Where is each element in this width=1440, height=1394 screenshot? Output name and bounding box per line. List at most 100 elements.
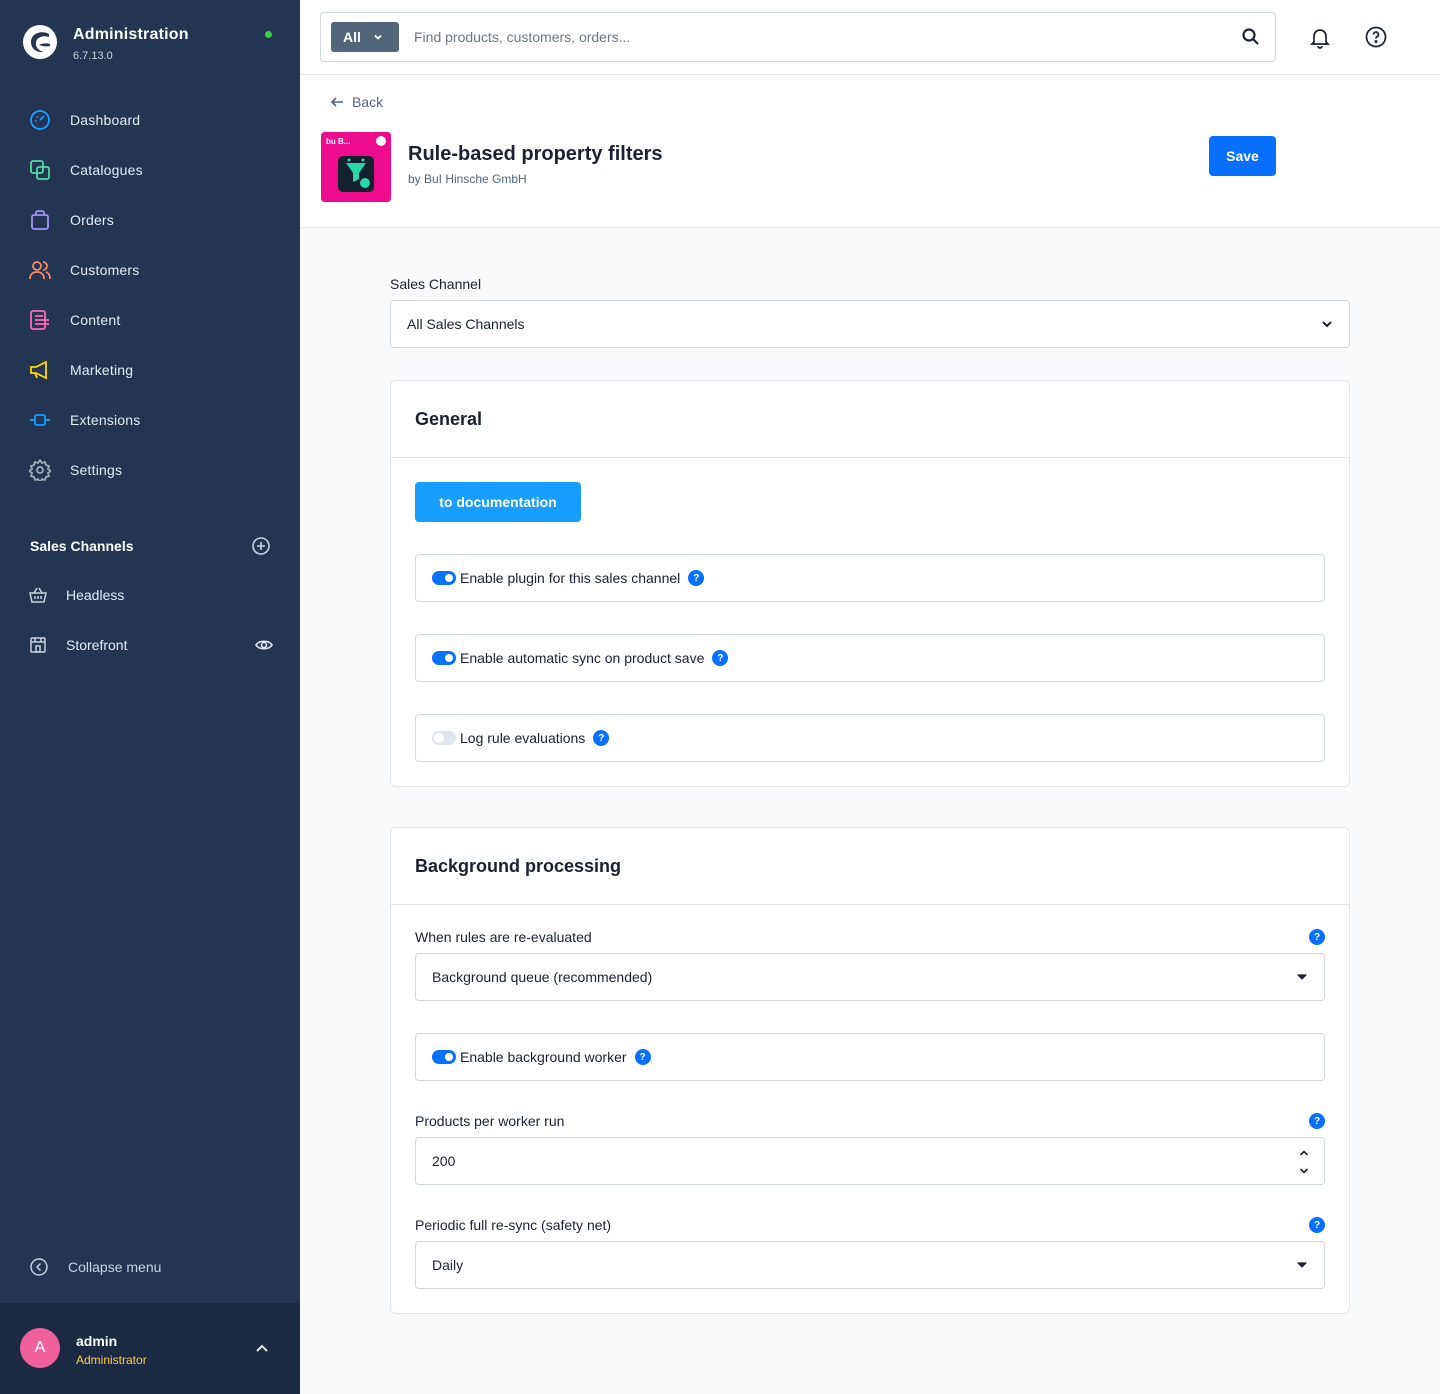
help-tooltip-icon[interactable]: ?	[712, 650, 729, 666]
shopware-logo-icon	[23, 25, 57, 59]
chevron-down-icon	[1297, 1262, 1307, 1268]
brand[interactable]: Administration 6.7.13.0	[22, 24, 189, 62]
chevron-down-icon	[374, 34, 382, 40]
plugin-author: by BuI Hinsche GmbH	[408, 172, 527, 186]
user-role: Administrator	[76, 1353, 147, 1367]
eye-icon[interactable]	[255, 636, 273, 654]
help-tooltip-icon[interactable]: ?	[634, 1049, 651, 1065]
sidebar-item-label: Content	[70, 312, 121, 328]
background-title: Background processing	[415, 856, 622, 876]
collapse-menu-label: Collapse menu	[68, 1259, 162, 1275]
search-type-dropdown[interactable]: All	[331, 22, 399, 52]
switch-label: Log rule evaluations	[460, 730, 586, 746]
enable-plugin-switch-field: Enable plugin for this sales channel ?	[415, 554, 1325, 602]
card-divider	[391, 904, 1349, 905]
background-worker-toggle[interactable]	[432, 1050, 456, 1064]
sidebar-item-dashboard[interactable]: Dashboard	[0, 95, 300, 145]
topbar: All	[300, 0, 1440, 75]
chevron-down-icon	[1297, 974, 1307, 980]
resync-value: Daily	[432, 1257, 464, 1273]
main-nav: Dashboard Catalogues Orders Customers Co…	[0, 95, 300, 495]
svg-text:bu B...: bu B...	[326, 137, 350, 146]
help-tooltip-icon[interactable]: ?	[1309, 1217, 1325, 1233]
resync-select[interactable]: Daily	[415, 1241, 1325, 1289]
online-status-dot	[265, 31, 272, 38]
sidebar-item-orders[interactable]: Orders	[0, 195, 300, 245]
arrow-left-icon	[330, 97, 343, 107]
switch-label: Enable plugin for this sales channel	[460, 570, 681, 586]
back-label: Back	[352, 94, 384, 110]
per-run-number-field	[415, 1137, 1325, 1185]
auto-sync-toggle[interactable]	[432, 651, 456, 665]
sales-channel-select[interactable]: All Sales Channels	[390, 300, 1350, 348]
app-title: Administration	[73, 26, 189, 43]
save-button[interactable]: Save	[1209, 136, 1276, 176]
help-tooltip-icon[interactable]: ?	[688, 570, 705, 586]
sales-channel-headless[interactable]: Headless	[29, 583, 273, 607]
chevron-up-icon	[1299, 1150, 1309, 1156]
marketing-icon	[29, 359, 51, 381]
sidebar-item-settings[interactable]: Settings	[0, 445, 300, 495]
search-input[interactable]	[414, 26, 1214, 48]
chevron-down-icon	[1299, 1168, 1309, 1174]
back-link[interactable]: Back	[330, 94, 383, 110]
global-search: All	[320, 12, 1276, 62]
plugin-icon: bu B...	[321, 132, 391, 202]
help-tooltip-icon[interactable]: ?	[593, 730, 610, 746]
switch-label: Enable automatic sync on product save	[460, 650, 705, 666]
settings-icon	[29, 459, 51, 481]
sales-channels-title: Sales Channels	[30, 538, 134, 554]
catalogues-icon	[29, 159, 51, 181]
user-name: admin	[76, 1333, 118, 1349]
sidebar-item-label: Settings	[70, 462, 123, 478]
reevaluate-select[interactable]: Background queue (recommended)	[415, 953, 1325, 1001]
sidebar-item-label: Orders	[70, 212, 114, 228]
user-panel[interactable]: A admin Administrator	[0, 1303, 300, 1394]
general-title: General	[415, 409, 483, 429]
search-icon[interactable]	[1241, 27, 1261, 47]
sidebar-item-extensions[interactable]: Extensions	[0, 395, 300, 445]
reevaluate-value: Background queue (recommended)	[432, 969, 653, 985]
help-tooltip-icon[interactable]: ?	[1309, 1113, 1325, 1129]
sales-channel-storefront[interactable]: Storefront	[29, 633, 273, 657]
increment-button[interactable]	[1298, 1144, 1310, 1162]
sidebar-item-label: Dashboard	[70, 112, 141, 128]
number-stepper	[1298, 1144, 1310, 1180]
switch-label: Enable background worker	[460, 1049, 627, 1065]
dashboard-icon	[29, 109, 51, 131]
sidebar-item-catalogues[interactable]: Catalogues	[0, 145, 300, 195]
chevron-down-icon	[1322, 321, 1332, 328]
sales-channel-label: Sales Channel	[390, 276, 482, 292]
auto-sync-switch-field: Enable automatic sync on product save ?	[415, 634, 1325, 682]
per-run-input[interactable]	[432, 1153, 1232, 1169]
sidebar-item-content[interactable]: Content	[0, 295, 300, 345]
sales-channels-header: Sales Channels	[30, 537, 270, 555]
general-card: General to documentation Enable plugin f…	[390, 380, 1350, 787]
collapse-menu-button[interactable]: Collapse menu	[30, 1258, 161, 1276]
log-rules-toggle[interactable]	[432, 731, 456, 745]
sidebar-item-marketing[interactable]: Marketing	[0, 345, 300, 395]
reevaluate-label: When rules are re-evaluated	[415, 929, 592, 945]
content-icon	[29, 309, 51, 331]
storefront-icon	[30, 637, 46, 653]
sidebar-item-label: Catalogues	[70, 162, 143, 178]
sales-channel-label: Storefront	[66, 637, 128, 653]
extensions-icon	[29, 409, 51, 431]
sidebar-item-customers[interactable]: Customers	[0, 245, 300, 295]
documentation-button[interactable]: to documentation	[415, 482, 581, 522]
basket-icon	[29, 587, 47, 603]
help-icon[interactable]	[1364, 25, 1388, 49]
help-tooltip-icon[interactable]: ?	[1309, 929, 1325, 945]
chevron-left-circle-icon	[30, 1258, 48, 1276]
customers-icon	[29, 259, 51, 281]
decrement-button[interactable]	[1298, 1162, 1310, 1180]
sidebar-item-label: Customers	[70, 262, 140, 278]
sidebar: Administration 6.7.13.0 Dashboard Catalo…	[0, 0, 300, 1394]
chevron-up-icon[interactable]	[254, 1341, 270, 1357]
per-run-label: Products per worker run	[415, 1113, 565, 1129]
resync-label: Periodic full re-sync (safety net)	[415, 1217, 612, 1233]
enable-plugin-toggle[interactable]	[432, 571, 456, 585]
bell-icon[interactable]	[1308, 25, 1332, 49]
add-sales-channel-icon[interactable]	[252, 537, 270, 555]
card-divider	[391, 457, 1349, 458]
